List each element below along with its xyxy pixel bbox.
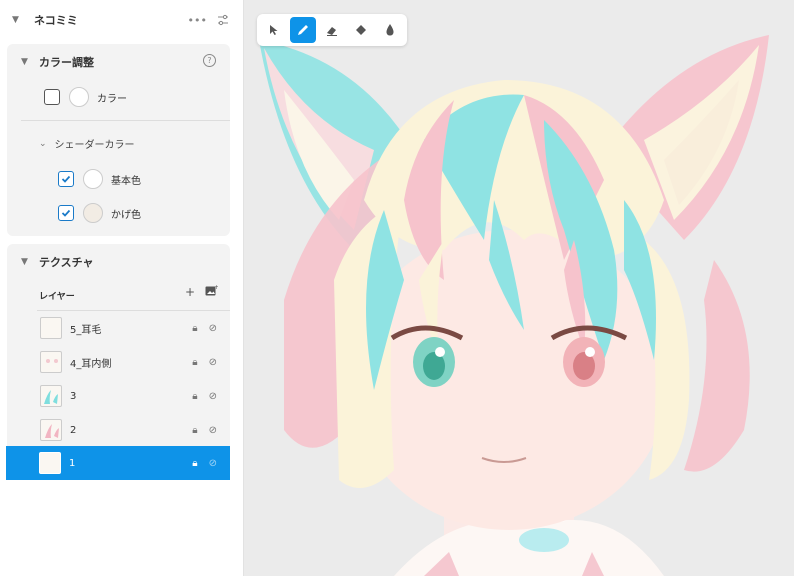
divider — [21, 120, 230, 121]
layer-name: 1 — [69, 457, 76, 469]
layer-thumbnail — [39, 452, 61, 474]
brush-tool-button[interactable] — [290, 17, 316, 43]
shade-color-label: かげ色 — [111, 209, 141, 221]
chevron-down-icon[interactable]: ▼ — [12, 15, 26, 25]
chevron-down-icon[interactable]: ⌄ — [39, 139, 47, 149]
layer-thumbnail — [40, 317, 62, 339]
svg-text:+: + — [214, 285, 218, 291]
visibility-off-icon[interactable]: ⊘ — [209, 323, 217, 334]
layer-item[interactable]: 3 🔒︎ ⊘ — [7, 379, 230, 413]
base-color-label: 基本色 — [111, 175, 141, 187]
color-adjust-section: ▼ カラー調整 ? カラー ⌄ シェーダーカラー 基本色 かげ色 — [7, 44, 230, 236]
layer-header: レイヤー — [39, 292, 75, 302]
lock-icon[interactable]: 🔒︎ — [192, 391, 197, 402]
check-icon — [61, 175, 71, 183]
color-row: カラー — [44, 87, 127, 107]
settings-sliders-icon[interactable] — [217, 14, 229, 29]
layer-item[interactable]: 4_耳内側 🔒︎ ⊘ — [7, 345, 230, 379]
layer-name: 2 — [70, 424, 77, 436]
layer-item[interactable]: 5_耳毛 🔒︎ ⊘ — [7, 311, 230, 345]
lock-icon[interactable]: 🔒︎ — [192, 458, 197, 469]
lock-icon[interactable]: 🔒︎ — [192, 357, 197, 368]
shader-color-header[interactable]: ⌄ シェーダーカラー — [39, 136, 135, 152]
eyedropper-tool-button[interactable] — [377, 17, 403, 43]
color-swatch[interactable] — [69, 87, 89, 107]
shade-color-swatch[interactable] — [83, 203, 103, 223]
base-color-checkbox[interactable] — [58, 171, 74, 187]
side-panel: ▼ ネコミミ ••• ▼ カラー調整 ? カラー ⌄ シェーダーカラー 基本色 … — [0, 0, 244, 576]
chevron-down-icon[interactable]: ▼ — [21, 57, 39, 67]
model-title: ネコミミ — [34, 14, 78, 27]
model-header[interactable]: ▼ ネコミミ ••• — [0, 0, 243, 40]
check-icon — [61, 209, 71, 217]
visibility-off-icon[interactable]: ⊘ — [209, 458, 217, 469]
pen-icon — [298, 25, 308, 35]
layer-name: 4_耳内側 — [70, 358, 112, 370]
shade-color-row: かげ色 — [58, 203, 141, 223]
base-color-swatch[interactable] — [83, 169, 103, 189]
layer-name: 5_耳毛 — [70, 324, 102, 336]
lock-icon[interactable]: 🔒︎ — [192, 323, 197, 334]
select-tool-button[interactable] — [261, 17, 287, 43]
color-adjust-title: カラー調整 — [39, 56, 94, 69]
layer-item-selected[interactable]: 1 🔒︎ ⊘ — [6, 446, 230, 480]
visibility-off-icon[interactable]: ⊘ — [209, 357, 217, 368]
shade-color-checkbox[interactable] — [58, 205, 74, 221]
layer-thumbnail — [40, 385, 62, 407]
eraser-icon — [327, 27, 337, 36]
paint-bucket-icon — [356, 25, 366, 35]
cursor-icon — [270, 25, 278, 35]
fill-tool-button[interactable] — [348, 17, 374, 43]
layer-item[interactable]: 2 🔒︎ ⊘ — [7, 413, 230, 447]
layer-name: 3 — [70, 390, 77, 402]
more-icon[interactable]: ••• — [188, 14, 207, 29]
texture-section: ▼ テクスチャ レイヤー + + 5_耳毛 🔒︎ ⊘ 4_耳内側 🔒︎ ⊘ 3 … — [6, 244, 230, 480]
eraser-tool-button[interactable] — [319, 17, 345, 43]
viewport[interactable] — [244, 0, 794, 576]
layer-thumbnail — [40, 351, 62, 373]
add-layer-icon[interactable]: + — [185, 285, 195, 299]
color-adjust-header[interactable]: ▼ カラー調整 — [21, 54, 94, 70]
color-checkbox[interactable] — [44, 89, 60, 105]
texture-title: テクスチャ — [39, 256, 94, 269]
visibility-off-icon[interactable]: ⊘ — [209, 425, 217, 436]
chevron-down-icon[interactable]: ▼ — [21, 257, 39, 267]
avatar-model-preview[interactable] — [244, 0, 794, 576]
layer-thumbnail — [40, 419, 62, 441]
help-icon[interactable]: ? — [203, 54, 216, 67]
base-color-row: 基本色 — [58, 169, 141, 189]
add-image-icon[interactable]: + — [205, 284, 219, 299]
texture-header[interactable]: ▼ テクスチャ — [21, 254, 94, 270]
tool-bar — [257, 14, 407, 46]
shader-color-title: シェーダーカラー — [54, 140, 135, 151]
color-label: カラー — [97, 93, 127, 105]
lock-icon[interactable]: 🔒︎ — [192, 425, 197, 436]
visibility-off-icon[interactable]: ⊘ — [209, 391, 217, 402]
drop-icon — [386, 24, 394, 36]
